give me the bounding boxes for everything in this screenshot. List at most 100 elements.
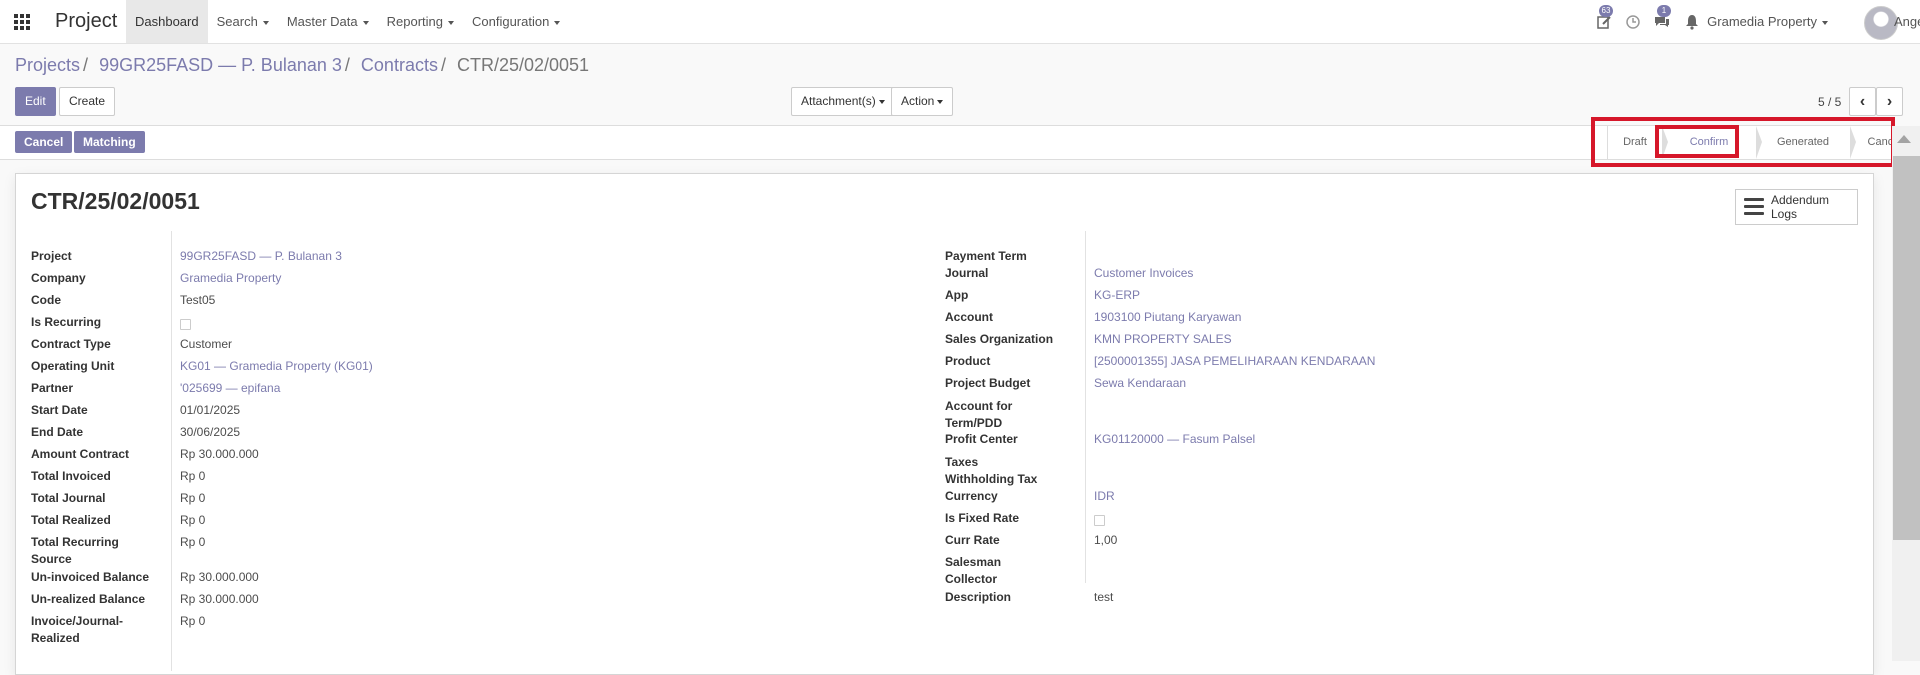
pager-previous-button[interactable]: ‹: [1849, 87, 1876, 116]
chevron-right-icon: ›: [1886, 93, 1893, 110]
field-start-date: 01/01/2025: [180, 403, 241, 417]
menu-search[interactable]: Search: [208, 0, 278, 43]
field-code: Test05: [180, 293, 216, 307]
pager-value[interactable]: 5 / 5: [1818, 95, 1841, 109]
caret-down-icon: [1822, 20, 1828, 25]
field-label-partner: Partner: [31, 381, 74, 395]
field-label-total-journal: Total Journal: [31, 491, 106, 505]
field-label-app: App: [945, 288, 969, 302]
breadcrumb-current: CTR/25/02/0051: [456, 55, 590, 75]
field-app[interactable]: KG-ERP: [1094, 287, 1140, 304]
scroll-up-arrow-icon[interactable]: [1897, 135, 1911, 143]
app-name: Project: [55, 10, 118, 32]
company-switcher[interactable]: Gramedia Property: [1707, 0, 1828, 43]
field-currency[interactable]: IDR: [1094, 488, 1115, 505]
field-total-journal: Rp 0: [180, 491, 206, 505]
breadcrumb-contracts[interactable]: Contracts: [361, 55, 438, 75]
field-profit-center[interactable]: KG01120000 — Fasum Palsel: [1094, 431, 1255, 448]
caret-down-icon: [362, 20, 369, 25]
menu-dashboard[interactable]: Dashboard: [126, 0, 208, 43]
field-label-journal: Journal: [945, 266, 989, 280]
annotation-highlight-confirm: [1655, 125, 1739, 158]
list-icon: [1744, 198, 1764, 215]
field-company[interactable]: Gramedia Property: [180, 270, 281, 287]
chat-icon[interactable]: 1: [1654, 5, 1671, 30]
caret-down-icon: [554, 20, 561, 25]
activity-edit-icon[interactable]: 63: [1596, 5, 1613, 30]
field-description: test: [1094, 590, 1114, 604]
field-project-budget[interactable]: Sewa Kendaraan: [1094, 375, 1186, 392]
action-label: Action: [901, 94, 935, 108]
field-label-start-date: Start Date: [31, 403, 88, 417]
field-label-product: Product: [945, 354, 991, 368]
field-journal[interactable]: Customer Invoices: [1094, 265, 1193, 282]
apps-grid-icon[interactable]: [14, 14, 30, 30]
field-sales-organization[interactable]: KMN PROPERTY SALES: [1094, 331, 1232, 348]
field-uninvoiced-balance: Rp 30.000.000: [180, 570, 259, 584]
addendum-logs-button[interactable]: Addendum Logs: [1735, 189, 1858, 225]
field-contract-type: Customer: [180, 337, 233, 351]
attachments-button[interactable]: Attachment(s): [791, 87, 895, 116]
field-end-date: 30/06/2025: [180, 425, 241, 439]
top-navbar: Project Dashboard Search Master Data Rep…: [0, 0, 1920, 44]
field-operating-unit[interactable]: KG01 — Gramedia Property (KG01): [180, 358, 373, 375]
field-project[interactable]: 99GR25FASD — P. Bulanan 3: [180, 248, 342, 265]
field-label-profit-center: Profit Center: [945, 432, 1018, 446]
user-name[interactable]: Angel: [1894, 0, 1920, 43]
field-amount-contract: Rp 30.000.000: [180, 447, 259, 461]
left-column-divider: [171, 231, 172, 671]
menu-reporting[interactable]: Reporting: [378, 0, 463, 43]
cancel-button[interactable]: Cancel: [15, 131, 73, 153]
field-label-taxes: Taxes: [945, 455, 979, 469]
scrollbar-thumb[interactable]: [1893, 156, 1920, 540]
breadcrumb-project[interactable]: 99GR25FASD — P. Bulanan 3: [99, 55, 342, 75]
menu-search-label: Search: [216, 14, 258, 29]
clock-icon[interactable]: [1625, 14, 1641, 30]
record-title: CTR/25/02/0051: [31, 188, 200, 214]
menu-master-data[interactable]: Master Data: [278, 0, 378, 43]
field-partner[interactable]: '025699 — epifana: [180, 380, 280, 397]
field-label-operating-unit: Operating Unit: [31, 359, 115, 373]
company-label: Gramedia Property: [1707, 14, 1817, 29]
menu-configuration[interactable]: Configuration: [463, 0, 569, 43]
right-column-divider: [1085, 231, 1086, 583]
field-label-total-recurring-source: Total Recurring Source: [31, 535, 119, 566]
field-label-salesman: Salesman: [945, 555, 1002, 569]
action-button[interactable]: Action: [891, 87, 954, 116]
attachments-label: Attachment(s): [801, 94, 876, 108]
field-label-code: Code: [31, 293, 61, 307]
field-label-account: Account: [945, 310, 993, 324]
caret-down-icon: [878, 99, 885, 104]
field-label-sales-organization: Sales Organization: [945, 332, 1054, 346]
field-label-unrealized-balance: Un-realized Balance: [31, 592, 146, 606]
edit-button[interactable]: Edit: [15, 87, 56, 116]
is-fixed-rate-checkbox: [1094, 515, 1105, 526]
annotation-highlight-stages: [1591, 117, 1895, 167]
breadcrumb-projects[interactable]: Projects: [15, 55, 80, 75]
field-curr-rate: 1,00: [1094, 533, 1118, 547]
field-account[interactable]: 1903100 Piutang Karyawan: [1094, 309, 1241, 326]
field-total-invoiced: Rp 0: [180, 469, 206, 483]
breadcrumb: Projects/ 99GR25FASD — P. Bulanan 3/ Con…: [15, 55, 589, 76]
bell-icon[interactable]: [1684, 14, 1700, 30]
field-label-end-date: End Date: [31, 425, 84, 439]
main-menu: Dashboard Search Master Data Reporting C…: [126, 0, 569, 43]
field-label-account-term-pdd: Account for Term/PDD: [945, 399, 1013, 430]
menu-master-data-label: Master Data: [286, 14, 358, 29]
pager-next-button[interactable]: ›: [1876, 87, 1903, 116]
field-product[interactable]: [2500001355] JASA PEMELIHARAAN KENDARAAN: [1094, 353, 1375, 370]
field-total-realized: Rp 0: [180, 513, 206, 527]
avatar[interactable]: [1864, 6, 1898, 40]
field-label-total-invoiced: Total Invoiced: [31, 469, 111, 483]
create-button[interactable]: Create: [59, 87, 116, 116]
matching-button[interactable]: Matching: [74, 131, 145, 153]
field-total-recurring-source: Rp 0: [180, 535, 206, 549]
field-label-curr-rate: Curr Rate: [945, 533, 1000, 547]
caret-down-icon: [262, 20, 269, 25]
form-sheet: CTR/25/02/0051 Addendum Logs Project 99G…: [15, 173, 1874, 675]
addendum-logs-label: Addendum Logs: [1771, 193, 1830, 221]
menu-dashboard-label: Dashboard: [135, 14, 199, 29]
field-label-contract-type: Contract Type: [31, 337, 111, 351]
field-label-company: Company: [31, 271, 86, 285]
caret-down-icon: [937, 99, 944, 104]
